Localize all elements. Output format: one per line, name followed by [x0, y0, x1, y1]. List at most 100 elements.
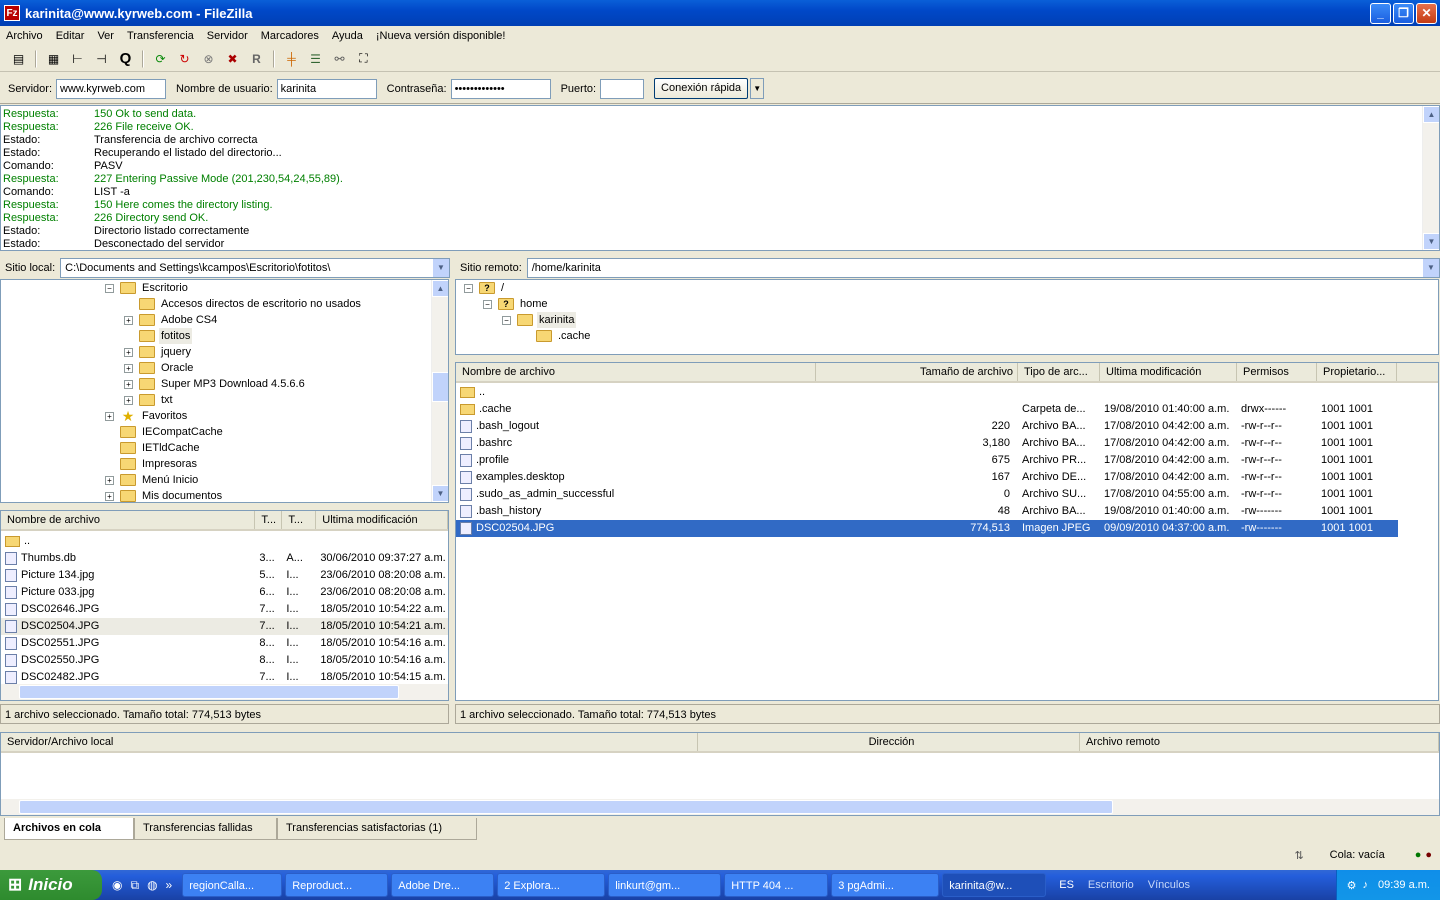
- col-modified[interactable]: Ultima modificación: [1100, 363, 1237, 381]
- expander-icon[interactable]: +: [105, 491, 114, 501]
- clock[interactable]: 09:39 a.m.: [1378, 879, 1430, 891]
- expander-icon[interactable]: +: [124, 395, 133, 405]
- tree-node[interactable]: + Super MP3 Download 4.5.6.6: [124, 376, 307, 392]
- tree-node[interactable]: −? /: [464, 280, 506, 296]
- table-row[interactable]: Picture 134.jpg 5... I... 23/06/2010 08:20:…: [1, 567, 448, 584]
- taskbar-button[interactable]: regionCalla...: [182, 873, 283, 897]
- start-button[interactable]: ⊞ Inicio: [0, 870, 102, 900]
- col-type[interactable]: Tipo de arc...: [1018, 363, 1100, 381]
- tree-node[interactable]: + Oracle: [124, 360, 195, 376]
- messenger-icon[interactable]: ◍: [147, 878, 157, 893]
- table-row[interactable]: DSC02551.JPG 8... I... 18/05/2010 10:54:16 …: [1, 635, 448, 652]
- taskbar-button[interactable]: 3 pgAdmi...: [831, 873, 940, 897]
- table-row[interactable]: Picture 033.jpg 6... I... 23/06/2010 08:20:…: [1, 584, 448, 601]
- remote-path-input[interactable]: /home/karinita ▼: [526, 258, 1440, 278]
- table-row[interactable]: DSC02504.JPG 774,513 Imagen JPEG 09/09/2010…: [456, 520, 1398, 537]
- firefox-icon[interactable]: ◉: [112, 878, 122, 893]
- scroll-down-icon[interactable]: ▼: [1423, 233, 1439, 250]
- tree-node[interactable]: −? home: [483, 296, 550, 312]
- taskbar-button[interactable]: linkurt@gm...: [608, 873, 722, 897]
- col-owner[interactable]: Propietario...: [1317, 363, 1397, 381]
- process-queue-icon[interactable]: ↻: [174, 48, 195, 69]
- scroll-up-icon[interactable]: ▲: [1423, 106, 1439, 123]
- tree-node[interactable]: Accesos directos de escritorio no usados: [124, 296, 363, 312]
- expander-icon[interactable]: +: [105, 475, 114, 485]
- table-row[interactable]: examples.desktop 167 Archivo DE... 17/08/20…: [456, 469, 1398, 486]
- taskbar-button[interactable]: Reproduct...: [285, 873, 389, 897]
- tab-queued[interactable]: Archivos en cola: [4, 818, 134, 840]
- expander-icon[interactable]: −: [464, 283, 473, 293]
- table-row[interactable]: .bashrc 3,180 Archivo BA... 17/08/2010 04:4…: [456, 435, 1398, 452]
- chevron-down-icon[interactable]: ▼: [433, 259, 449, 277]
- local-hscrollbar[interactable]: [1, 684, 448, 700]
- tree-node[interactable]: + Adobe CS4: [124, 312, 219, 328]
- tree-node[interactable]: + Menú Inicio: [105, 472, 200, 488]
- toggle-queue-icon[interactable]: Q: [115, 48, 136, 69]
- menu-item-4[interactable]: Servidor: [207, 30, 255, 42]
- log-scrollbar[interactable]: ▲ ▼: [1422, 106, 1439, 250]
- expander-icon[interactable]: +: [124, 315, 133, 325]
- tree-node[interactable]: + jquery: [124, 344, 193, 360]
- col-direction[interactable]: Dirección: [698, 733, 1080, 751]
- language-indicator[interactable]: ES: [1059, 879, 1074, 891]
- tab-successful[interactable]: Transferencias satisfactorias (1): [277, 818, 477, 840]
- local-tree-scrollbar[interactable]: ▲ ▼: [431, 280, 448, 502]
- table-row[interactable]: .sudo_as_admin_successful 0 Archivo SU... 1…: [456, 486, 1398, 503]
- col-local-file[interactable]: Servidor/Archivo local: [1, 733, 698, 751]
- tree-node[interactable]: + Mis documentos: [105, 488, 224, 502]
- col-permissions[interactable]: Permisos: [1237, 363, 1317, 381]
- table-row[interactable]: ..: [1, 533, 448, 550]
- scroll-thumb[interactable]: [19, 685, 399, 699]
- expander-icon[interactable]: +: [105, 411, 114, 421]
- tree-node[interactable]: IECompatCache: [105, 424, 225, 440]
- col-name[interactable]: Nombre de archivo: [1, 511, 256, 529]
- menu-item-6[interactable]: Ayuda: [332, 30, 370, 42]
- minimize-button[interactable]: _: [1370, 3, 1391, 24]
- close-button[interactable]: ✕: [1416, 3, 1437, 24]
- tree-node[interactable]: + ★ Favoritos: [105, 408, 189, 424]
- username-input[interactable]: [276, 78, 377, 99]
- tree-node[interactable]: − karinita: [502, 312, 577, 328]
- quickconnect-dropdown-icon[interactable]: ▼: [750, 78, 765, 99]
- col-size[interactable]: Tamaño de archivo: [816, 363, 1018, 381]
- scroll-thumb[interactable]: [19, 800, 1113, 814]
- disconnect-icon[interactable]: ✖: [222, 48, 243, 69]
- expander-icon[interactable]: −: [105, 283, 114, 293]
- menu-item-3[interactable]: Transferencia: [127, 30, 201, 42]
- sync-browse-icon[interactable]: ⚯: [329, 48, 350, 69]
- tree-node[interactable]: IETldCache: [105, 440, 201, 456]
- table-row[interactable]: .profile 675 Archivo PR... 17/08/2010 04:42…: [456, 452, 1398, 469]
- expander-icon[interactable]: −: [502, 315, 511, 325]
- table-row[interactable]: DSC02550.JPG 8... I... 18/05/2010 10:54:16 …: [1, 652, 448, 669]
- taskbar-button[interactable]: Adobe Dre...: [391, 873, 495, 897]
- network-icon[interactable]: ⧉: [130, 878, 139, 893]
- table-row[interactable]: DSC02482.JPG 7... I... 18/05/2010 10:54:15 …: [1, 669, 448, 686]
- menu-item-5[interactable]: Marcadores: [261, 30, 326, 42]
- col-type[interactable]: T...: [282, 511, 317, 529]
- table-row[interactable]: DSC02646.JPG 7... I... 18/05/2010 10:54:22 …: [1, 601, 448, 618]
- expander-icon[interactable]: +: [124, 379, 133, 389]
- search-icon[interactable]: ⛶: [353, 48, 374, 69]
- tree-node[interactable]: fotitos: [124, 328, 193, 344]
- menu-item-7[interactable]: ¡Nueva versión disponible!: [376, 30, 513, 42]
- menu-item-2[interactable]: Ver: [97, 30, 121, 42]
- queue-hscrollbar[interactable]: [1, 799, 1439, 815]
- quickconnect-button[interactable]: Conexión rápida: [654, 78, 749, 99]
- tree-node[interactable]: + txt: [124, 392, 175, 408]
- site-manager-icon[interactable]: ▤: [8, 48, 29, 69]
- port-input[interactable]: [600, 78, 645, 99]
- chevron-down-icon[interactable]: ▼: [1423, 259, 1439, 277]
- volume-icon[interactable]: ♪: [1363, 879, 1369, 891]
- expander-icon[interactable]: −: [483, 299, 492, 309]
- maximize-button[interactable]: ❐: [1393, 3, 1414, 24]
- taskbar-button[interactable]: HTTP 404 ...: [724, 873, 829, 897]
- filter-icon[interactable]: ╪: [281, 48, 302, 69]
- toggle-local-tree-icon[interactable]: ⊢: [67, 48, 88, 69]
- desktop-toolbar[interactable]: Escritorio: [1088, 879, 1134, 891]
- chevron-right-icon[interactable]: »: [166, 878, 173, 893]
- table-row[interactable]: DSC02504.JPG 7... I... 18/05/2010 10:54:21 …: [1, 618, 448, 635]
- table-row[interactable]: Thumbs.db 3... A... 30/06/2010 09:37:27 a.m…: [1, 550, 448, 567]
- scroll-down-icon[interactable]: ▼: [432, 485, 448, 502]
- table-row[interactable]: .cache Carpeta de... 19/08/2010 01:40:00 a…: [456, 401, 1398, 418]
- scroll-up-icon[interactable]: ▲: [432, 280, 448, 297]
